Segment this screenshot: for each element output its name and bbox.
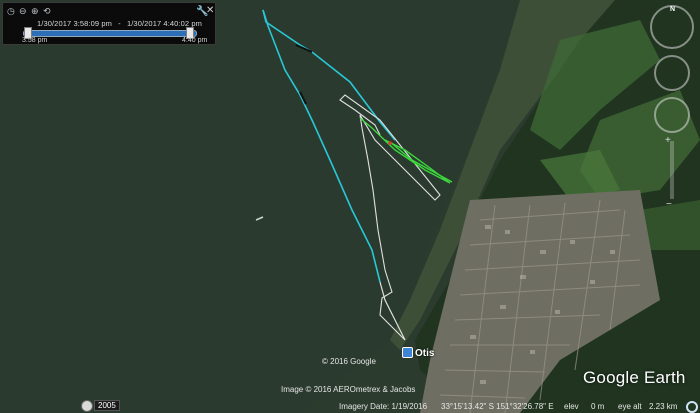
historical-imagery-year[interactable]: 2005 [94,400,120,411]
eye-altitude-value: 2.23 km [649,402,678,411]
range-start: 1/30/2017 3:58:09 pm [37,19,112,28]
historical-imagery-icon[interactable] [81,400,93,412]
time-history-icon[interactable]: ⟲ [43,6,51,16]
time-slider-track[interactable] [23,30,197,37]
eye-altitude-label: eye alt [618,402,642,411]
compass-ring[interactable]: N [650,5,694,49]
place-label[interactable]: Otis [415,348,434,359]
imagery-date: Imagery Date: 1/19/2016 [339,402,428,411]
zoom-slider[interactable] [670,141,674,199]
map-view[interactable]: ◷ ⊖ ⊕ ⟲ 1/30/2017 3:58:09 pm - 1/30/2017… [0,0,700,413]
coordinates-readout: 33°15'13.42" S 151°32'26.78" E [441,402,554,411]
time-slider-panel: ◷ ⊖ ⊕ ⟲ 1/30/2017 3:58:09 pm - 1/30/2017… [2,2,216,45]
close-icon[interactable]: ✕ [206,5,214,16]
navigation-controls: N + − [648,3,698,213]
place-marker-icon[interactable] [402,347,413,358]
time-range-label: 1/30/2017 3:58:09 pm - 1/30/2017 4:40:02… [37,19,206,28]
streaming-status-icon [686,401,698,413]
copyright-label: © 2016 Google [322,357,376,366]
end-time-label: 4:40 pm [182,37,208,44]
satellite-map[interactable] [0,0,700,413]
elevation-label: elev [564,402,579,411]
imagery-attribution: Image © 2016 AEROmetrex & Jacobs [281,385,416,394]
zoom-out-time-icon[interactable]: ⊖ [19,6,27,16]
elevation-value: 0 m [591,402,605,411]
google-earth-logo: Google Earth [583,368,686,387]
look-joystick[interactable] [654,55,690,91]
zoom-in-time-icon[interactable]: ⊕ [31,6,39,16]
north-indicator-icon[interactable]: N [670,6,675,13]
zoom-out-icon[interactable]: − [666,199,672,210]
move-joystick[interactable] [654,97,690,133]
start-time-label: 3:58 pm [22,37,48,44]
time-back-icon[interactable]: ◷ [7,6,15,16]
range-separator: - [118,19,121,28]
